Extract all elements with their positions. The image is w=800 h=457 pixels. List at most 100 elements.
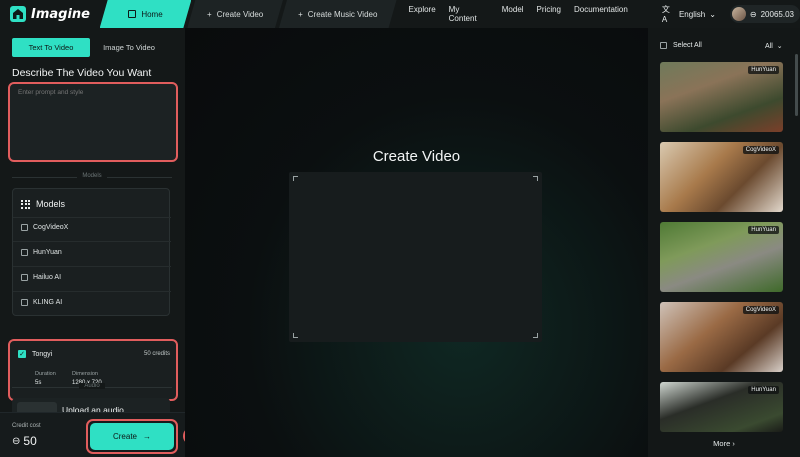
nav-links: Explore My Content Model Pricing Documen… xyxy=(409,5,628,23)
top-nav: Imagine Home + Create Video + Create Mus… xyxy=(0,0,800,28)
checkbox[interactable] xyxy=(21,249,28,256)
translate-icon: 文A xyxy=(661,5,670,24)
audio-divider-label: Audio xyxy=(12,383,172,389)
page-title: Create Video xyxy=(372,148,461,165)
checkbox-checked[interactable]: ✓ xyxy=(18,350,26,358)
chevron-right-icon: › xyxy=(732,439,735,448)
tab-image-to-video[interactable]: Image To Video xyxy=(90,38,168,57)
create-highlight: Create → xyxy=(86,419,178,454)
duration-label: Duration xyxy=(35,371,56,377)
model-tag: HunYuan xyxy=(748,386,779,394)
tab-create-music-video-label: Create Music Video xyxy=(307,9,378,19)
tab-home-label: Home xyxy=(141,9,163,19)
divider xyxy=(13,217,171,218)
describe-heading: Describe The Video You Want xyxy=(12,67,152,79)
filter-label: All xyxy=(765,42,773,50)
language-selector[interactable]: 文A English ⌄ xyxy=(662,4,716,24)
checkbox[interactable] xyxy=(21,274,28,281)
divider xyxy=(13,241,171,242)
models-header-label: Models xyxy=(36,199,66,209)
model-label: CogVideoX xyxy=(33,224,69,231)
coin-icon: ⊖ xyxy=(749,9,757,19)
model-option-cogvideox[interactable]: CogVideoX xyxy=(21,224,68,231)
scrollbar[interactable] xyxy=(795,54,798,116)
corner-mark xyxy=(533,333,538,338)
corner-mark xyxy=(293,333,298,338)
credit-balance: 20065.03 xyxy=(760,9,794,19)
model-label: Hailuo AI xyxy=(33,274,62,281)
left-panel: Text To Video Image To Video Describe Th… xyxy=(0,28,185,457)
footer-bar: Credit cost ⊖ 50 Create → xyxy=(0,412,185,457)
video-thumbnail[interactable]: HunYuan xyxy=(660,222,783,292)
app-name: Imagine xyxy=(31,6,90,22)
model-option-hunyuan[interactable]: HunYuan xyxy=(21,249,62,256)
checkbox[interactable] xyxy=(21,224,28,231)
checkbox[interactable] xyxy=(660,42,667,49)
gallery-panel: Select All All ⌄ HunYuan CogVideoX HunYu… xyxy=(648,28,800,457)
tab-home[interactable]: Home xyxy=(100,0,192,28)
language-label: English xyxy=(678,9,706,19)
model-tag: CogVideoX xyxy=(742,306,779,314)
corner-mark xyxy=(293,176,298,181)
logo[interactable]: Imagine xyxy=(0,6,100,22)
tab-create-video[interactable]: + Create Video xyxy=(187,0,283,28)
model-label: Tongyi xyxy=(32,350,53,358)
create-button[interactable]: Create → xyxy=(90,423,174,450)
model-tag: CogVideoX xyxy=(742,146,779,154)
model-label: HunYuan xyxy=(33,249,62,256)
tongyi-row: ✓ Tongyi xyxy=(18,350,52,358)
plus-icon: + xyxy=(298,9,303,19)
credit-cost-value: 50 xyxy=(23,434,37,448)
video-thumbnail[interactable]: CogVideoX xyxy=(660,142,783,212)
grid-icon xyxy=(128,10,136,18)
video-thumbnail[interactable]: HunYuan xyxy=(660,62,783,132)
more-label: More xyxy=(713,439,731,448)
user-menu[interactable]: ⊖ 20065.03 xyxy=(729,5,800,23)
mode-tabs: Text To Video Image To Video xyxy=(12,38,168,57)
corner-mark xyxy=(533,176,538,181)
create-label: Create xyxy=(112,432,137,441)
model-option-kling[interactable]: KLING AI xyxy=(21,299,62,306)
credit-cost-label: Credit cost xyxy=(12,423,41,429)
video-canvas xyxy=(289,172,542,342)
nav-link-pricing[interactable]: Pricing xyxy=(537,5,561,23)
model-label: KLING AI xyxy=(33,299,63,306)
filter-dropdown[interactable]: All ⌄ xyxy=(765,42,783,51)
prompt-box xyxy=(8,82,178,162)
checkbox[interactable] xyxy=(21,299,28,306)
tab-create-music-video[interactable]: + Create Music Video xyxy=(279,0,397,28)
nav-link-explore[interactable]: Explore xyxy=(409,5,436,23)
credit-cost: ⊖ 50 xyxy=(12,434,37,448)
avatar xyxy=(731,7,746,21)
prompt-input[interactable] xyxy=(18,89,168,155)
model-tag: HunYuan xyxy=(748,226,779,234)
select-all[interactable]: Select All xyxy=(660,42,702,49)
models-list: Models CogVideoX HunYuan Hailuo AI KLING… xyxy=(12,188,171,316)
model-tag: HunYuan xyxy=(748,66,779,74)
nav-link-documentation[interactable]: Documentation xyxy=(574,5,628,23)
preview-area: Create Video xyxy=(185,28,648,457)
arrow-right-icon: → xyxy=(143,432,151,441)
nav-link-my-content[interactable]: My Content xyxy=(449,5,489,23)
select-all-label: Select All xyxy=(673,42,702,49)
nav-link-model[interactable]: Model xyxy=(502,5,524,23)
logo-icon xyxy=(10,6,26,22)
more-button[interactable]: More › xyxy=(648,439,800,448)
video-thumbnail[interactable]: HunYuan xyxy=(660,382,783,432)
dimension-label: Dimension xyxy=(72,371,98,377)
chevron-down-icon: ⌄ xyxy=(776,43,783,50)
models-divider-label: Models xyxy=(12,173,172,179)
divider xyxy=(13,266,171,267)
grid-icon xyxy=(21,199,30,209)
models-header: Models xyxy=(21,199,65,209)
coin-icon: ⊖ xyxy=(12,435,21,447)
tab-text-to-video[interactable]: Text To Video xyxy=(12,38,90,57)
divider xyxy=(13,291,171,292)
model-option-hailuo[interactable]: Hailuo AI xyxy=(21,274,61,281)
model-option-tongyi[interactable]: ✓ Tongyi 50 credits Duration 5s Dimensio… xyxy=(8,339,178,401)
model-credits: 50 credits xyxy=(143,351,170,357)
chevron-down-icon: ⌄ xyxy=(709,9,716,19)
tab-create-video-label: Create Video xyxy=(216,9,264,19)
plus-icon: + xyxy=(207,9,212,19)
video-thumbnail[interactable]: CogVideoX xyxy=(660,302,783,372)
